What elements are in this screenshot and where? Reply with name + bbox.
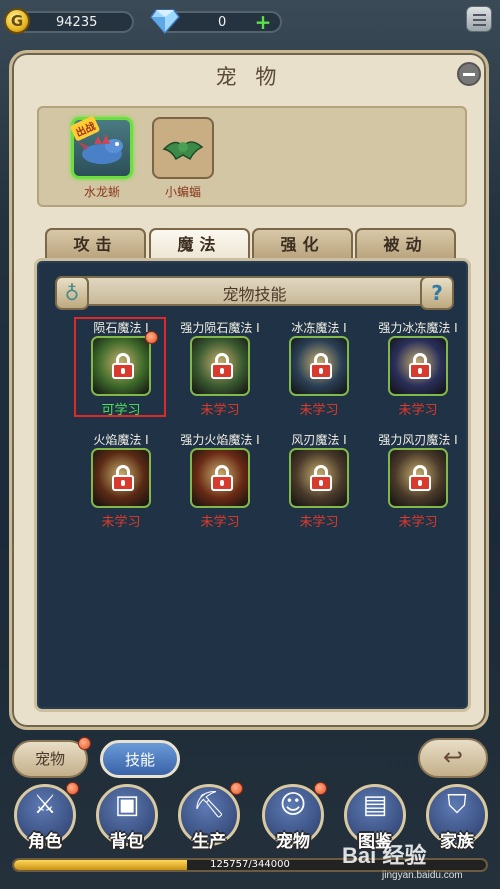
skill-icon[interactable] [190, 336, 250, 396]
pet-slot-little-bat[interactable] [152, 117, 214, 179]
skill-item[interactable]: 强力火焰魔法 I 未学习 [176, 431, 264, 531]
skill-icon[interactable] [289, 336, 349, 396]
menu-icon[interactable] [466, 6, 492, 32]
gold-amount: 94235 [56, 15, 98, 30]
nav-label: 背包 [110, 832, 144, 852]
nav-item-pickaxe[interactable]: ⛏ 生产 [174, 780, 244, 854]
skill-status: 未学习 [200, 403, 240, 418]
lock-icon [112, 465, 134, 491]
skill-icon[interactable] [190, 448, 250, 508]
nav-item-pet[interactable]: ☺ 宠物 [258, 780, 328, 854]
nav-item-warrior[interactable]: ⚔ 角色 [10, 780, 80, 854]
lock-icon [310, 353, 332, 379]
nav-label: 角色 [28, 832, 62, 852]
nav-label: 生产 [192, 832, 226, 852]
lock-icon [211, 353, 233, 379]
selected-skill-highlight [74, 317, 166, 417]
skills-subtab-button[interactable]: 技能 [100, 740, 180, 778]
tab-magic[interactable]: 魔法 [149, 228, 250, 260]
watermark-sub: jingyan.baidu.com [382, 870, 463, 881]
skill-name: 冰冻魔法 I [291, 321, 347, 335]
back-arrow-icon: ↩ [442, 743, 464, 771]
skill-icon[interactable] [388, 336, 448, 396]
gold-display: 94235 [14, 11, 134, 33]
skill-item[interactable]: 风刃魔法 I 未学习 [275, 431, 363, 531]
tab-passive[interactable]: 被动 [355, 228, 456, 260]
skill-status: 未学习 [398, 515, 438, 530]
watermark: Bai 经验 jingyan.baidu.com [330, 838, 498, 888]
skill-item[interactable]: 火焰魔法 I 未学习 [77, 431, 165, 531]
skill-frame: ♁ 宠物技能 ? 陨石魔法 I 可学习 强力陨石魔法 I 未学习 冰冻魔法 I 未学习 强力… [34, 258, 471, 712]
skill-header-title: 宠物技能 [222, 285, 287, 304]
lock-icon [409, 353, 431, 379]
page-title: 宠 物 [215, 65, 283, 89]
skill-name: 强力冰冻魔法 I [378, 321, 458, 335]
skill-status: 未学习 [200, 515, 240, 530]
skill-item[interactable]: 强力冰冻魔法 I 未学习 [374, 319, 462, 419]
skill-status: 未学习 [398, 403, 438, 418]
nav-label: 宠物 [276, 832, 310, 852]
diamond-icon [150, 9, 180, 34]
skill-status: 未学习 [101, 515, 141, 530]
gem-amount: 0 [218, 15, 227, 30]
skill-name: 强力陨石魔法 I [180, 321, 260, 335]
shield-icon: ⛉ [447, 790, 467, 820]
backpack-icon: ▣ [114, 790, 140, 820]
notification-dot [230, 782, 243, 795]
skill-item[interactable]: 强力陨石魔法 I 未学习 [176, 319, 264, 419]
skill-status: 未学习 [299, 403, 339, 418]
skill-item[interactable]: 冰冻魔法 I 未学习 [275, 319, 363, 419]
lock-icon [409, 465, 431, 491]
notification-dot [78, 737, 91, 750]
skill-icon[interactable] [388, 448, 448, 508]
gold-coin-icon: G [4, 8, 30, 34]
book-icon: ▤ [362, 790, 388, 820]
help-button[interactable]: ? [420, 276, 454, 310]
skill-icon[interactable] [91, 448, 151, 508]
skill-name: 风刃魔法 I [291, 433, 347, 447]
skill-header: ♁ 宠物技能 ? [55, 276, 454, 310]
pet-slot-water-lizard[interactable]: 出战 [69, 115, 133, 179]
pet-name: 水龙蜥 [83, 185, 120, 199]
lock-icon [310, 465, 332, 491]
lock-icon [211, 465, 233, 491]
add-gems-button[interactable]: + [254, 12, 272, 32]
little-bat-icon [162, 141, 204, 161]
nav-item-backpack[interactable]: ▣ 背包 [92, 780, 162, 854]
skill-icon[interactable] [289, 448, 349, 508]
notification-dot [314, 782, 327, 795]
pet-list: 出战 水龙蜥 小蝙蝠 [37, 106, 467, 207]
skill-name: 强力风刃魔法 I [378, 433, 458, 447]
pet-subtab-button[interactable]: 宠物 [12, 740, 88, 778]
skill-item[interactable]: 强力风刃魔法 I 未学习 [374, 431, 462, 531]
pet-panel: 宠 物 出战 水龙蜥 小蝙蝠 攻击 魔法 强化 被动 ♁ 宠物技能 ? 陨石魔法… [9, 50, 489, 730]
tab-enhance[interactable]: 强化 [252, 228, 353, 260]
skill-status: 未学习 [299, 515, 339, 530]
tab-attack[interactable]: 攻击 [45, 228, 146, 260]
top-bar: 94235 G 0 + [0, 0, 500, 44]
skill-name: 火焰魔法 I [93, 433, 149, 447]
close-button[interactable] [457, 62, 481, 86]
watermark-main: Bai 经验 [342, 843, 427, 868]
skill-name: 强力火焰魔法 I [180, 433, 260, 447]
notification-dot [66, 782, 79, 795]
back-button[interactable]: ↩ [418, 738, 488, 778]
pet-name: 小蝙蝠 [164, 185, 201, 199]
